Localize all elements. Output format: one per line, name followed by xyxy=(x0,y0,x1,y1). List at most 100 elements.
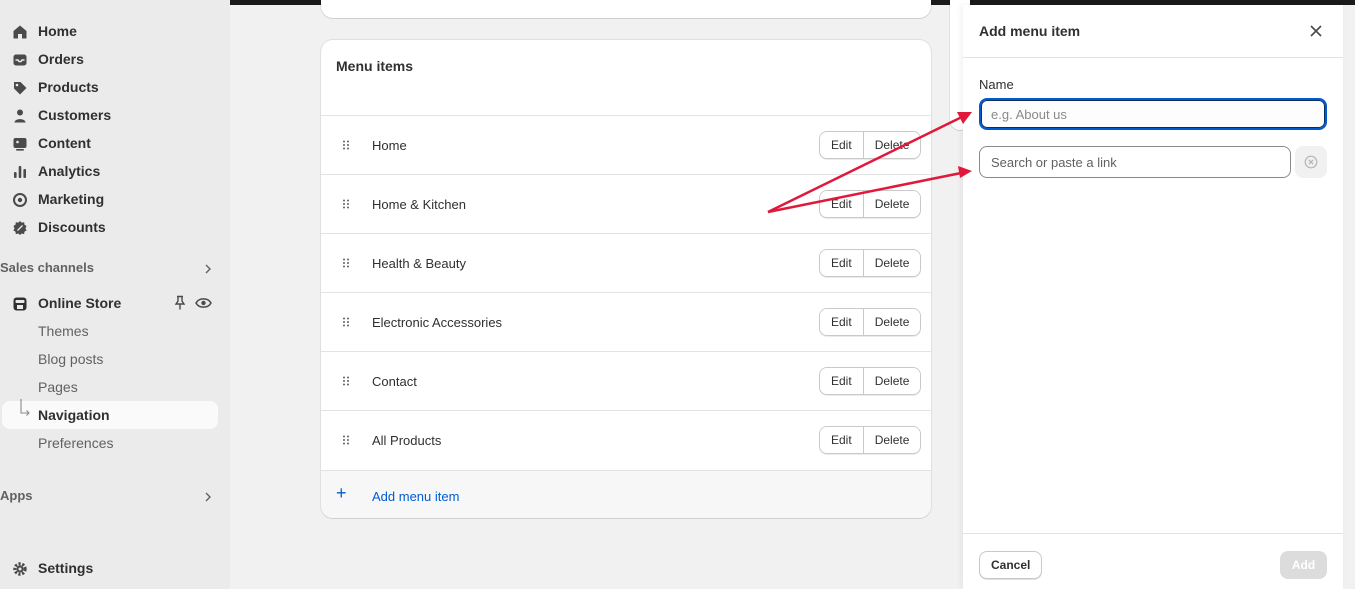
sidebar-item-analytics[interactable]: Analytics xyxy=(2,157,218,185)
delete-button[interactable]: Delete xyxy=(862,191,921,217)
menu-item-row[interactable]: Home Edit Delete xyxy=(321,115,931,174)
sidebar-item-label: Themes xyxy=(38,323,89,339)
sidebar-item-label: Pages xyxy=(38,379,78,395)
sidebar-item-discounts[interactable]: Discounts xyxy=(2,213,218,241)
sidebar-item-marketing[interactable]: Marketing xyxy=(2,185,218,213)
menu-item-name: Health & Beauty xyxy=(372,256,466,271)
sidebar-subitem-navigation[interactable]: Navigation xyxy=(2,399,218,429)
circle-x-icon xyxy=(1304,155,1318,169)
menu-item-actions: Edit Delete xyxy=(819,249,922,277)
menu-item-row[interactable]: All Products Edit Delete xyxy=(321,410,931,469)
drag-handle-icon[interactable] xyxy=(342,317,350,327)
pin-icon[interactable] xyxy=(173,295,187,311)
menu-item-name: Home & Kitchen xyxy=(372,197,466,212)
menu-item-row[interactable]: Home & Kitchen Edit Delete xyxy=(321,174,931,233)
image-icon xyxy=(13,138,27,151)
sidebar-item-label: Customers xyxy=(38,107,112,123)
store-icon xyxy=(13,297,27,311)
sidebar-subitem-themes[interactable]: Themes xyxy=(2,317,218,345)
menu-item-name: All Products xyxy=(372,433,442,448)
sidebar-item-label: Navigation xyxy=(38,407,110,423)
sidebar-item-orders[interactable]: Orders xyxy=(2,45,218,73)
delete-button[interactable]: Delete xyxy=(862,309,921,335)
sidebar-item-label: Discounts xyxy=(38,219,106,235)
panel-title: Add menu item xyxy=(979,23,1081,39)
edit-button[interactable]: Edit xyxy=(820,250,863,276)
menu-item-row[interactable]: Health & Beauty Edit Delete xyxy=(321,233,931,292)
drag-handle-icon[interactable] xyxy=(342,435,350,445)
delete-button[interactable]: Delete xyxy=(862,250,921,276)
sidebar-item-products[interactable]: Products xyxy=(2,73,218,101)
edit-button[interactable]: Edit xyxy=(820,191,863,217)
menu-items-title: Menu items xyxy=(336,58,414,74)
sales-channels-heading: Sales channels xyxy=(0,260,94,275)
sidebar-item-label: Analytics xyxy=(38,163,101,179)
menu-item-actions: Edit Delete xyxy=(819,367,922,395)
delete-button[interactable]: Delete xyxy=(862,132,921,158)
menu-item-actions: Edit Delete xyxy=(819,131,922,159)
drag-handle-icon[interactable] xyxy=(342,376,350,386)
panel-header: Add menu item xyxy=(963,5,1343,58)
menu-item-actions: Edit Delete xyxy=(819,426,922,454)
clear-link-button[interactable] xyxy=(1295,146,1327,178)
gear-icon xyxy=(13,562,27,576)
sidebar-item-label: Home xyxy=(38,23,77,39)
tag-icon xyxy=(14,82,27,95)
drag-handle-icon[interactable] xyxy=(342,199,350,209)
panel-footer: Cancel Add xyxy=(963,533,1343,589)
sidebar-item-settings[interactable]: Settings xyxy=(2,554,218,582)
menu-item-name: Electronic Accessories xyxy=(372,315,503,330)
plus-icon: + xyxy=(336,483,347,503)
details-card xyxy=(321,0,931,18)
apps-heading: Apps xyxy=(0,488,33,503)
cancel-button[interactable]: Cancel xyxy=(979,551,1043,579)
drag-handle-icon[interactable] xyxy=(342,140,350,150)
sidebar-subitem-blog-posts[interactable]: Blog posts xyxy=(2,345,218,373)
sidebar-item-customers[interactable]: Customers xyxy=(2,101,218,129)
add-menu-item-label: Add menu item xyxy=(372,489,460,504)
eye-icon[interactable] xyxy=(195,296,212,310)
sidebar-item-label: Preferences xyxy=(38,435,114,451)
menu-item-row[interactable]: Electronic Accessories Edit Delete xyxy=(321,292,931,351)
person-icon xyxy=(14,109,26,123)
menu-item-actions: Edit Delete xyxy=(819,308,922,336)
home-icon xyxy=(13,25,27,39)
menu-item-actions: Edit Delete xyxy=(819,190,922,218)
add-menu-item-panel: Add menu item Name Cancel Add xyxy=(963,5,1343,589)
sidebar-item-label: Marketing xyxy=(38,191,105,207)
sidebar-subitem-pages[interactable]: Pages xyxy=(2,373,218,401)
sidebar: Home Orders Products Customers Content A… xyxy=(0,0,230,589)
sidebar-item-label: Content xyxy=(38,135,91,151)
link-search-input[interactable] xyxy=(979,146,1291,178)
delete-button[interactable]: Delete xyxy=(862,427,921,453)
name-input[interactable] xyxy=(979,98,1327,130)
drag-handle-icon[interactable] xyxy=(342,258,350,268)
name-field-label: Name xyxy=(979,77,1014,92)
edit-button[interactable]: Edit xyxy=(820,309,863,335)
close-icon[interactable] xyxy=(1309,24,1323,38)
inbox-icon xyxy=(13,54,27,66)
add-button[interactable]: Add xyxy=(1280,551,1327,579)
sidebar-item-label: Blog posts xyxy=(38,351,104,367)
sidebar-item-label: Online Store xyxy=(38,295,122,311)
sidebar-item-label: Products xyxy=(38,79,99,95)
chevron-right-icon[interactable] xyxy=(202,263,214,275)
edit-button[interactable]: Edit xyxy=(820,427,863,453)
sidebar-item-label: Orders xyxy=(38,51,84,67)
sidebar-subitem-preferences[interactable]: Preferences xyxy=(2,429,218,457)
menu-items-card: Menu items Home Edit Delete Home & Kitch… xyxy=(321,40,931,518)
menu-item-name: Home xyxy=(372,138,407,153)
menu-item-row[interactable]: Contact Edit Delete xyxy=(321,351,931,410)
sidebar-item-content[interactable]: Content xyxy=(2,129,218,157)
target-icon xyxy=(13,193,27,207)
sidebar-item-label: Settings xyxy=(38,560,94,576)
edit-button[interactable]: Edit xyxy=(820,368,863,394)
chevron-right-icon[interactable] xyxy=(202,491,214,503)
sidebar-item-online-store[interactable]: Online Store xyxy=(2,289,218,317)
add-menu-item-button[interactable]: + Add menu item xyxy=(321,470,931,518)
sidebar-item-home[interactable]: Home xyxy=(2,17,218,45)
edit-button[interactable]: Edit xyxy=(820,132,863,158)
tree-connector-icon xyxy=(20,399,30,416)
discount-icon xyxy=(13,220,27,236)
delete-button[interactable]: Delete xyxy=(862,368,921,394)
